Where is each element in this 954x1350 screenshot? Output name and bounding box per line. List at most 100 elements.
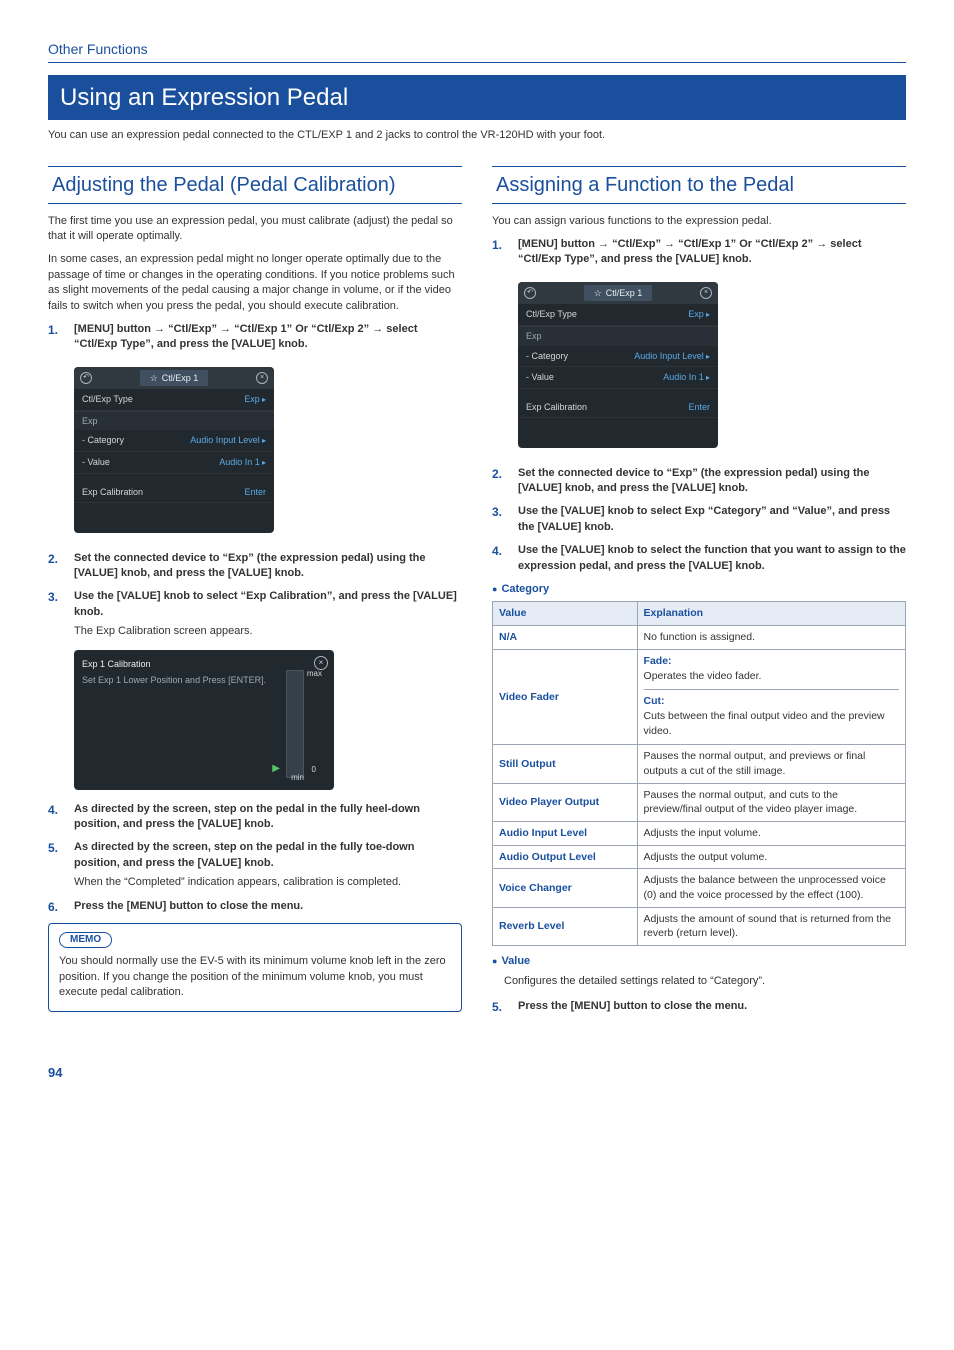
- step-text: [MENU] button → “Ctl/Exp” → “Ctl/Exp 1” …: [74, 323, 417, 350]
- right-step5: 5. Press the [MENU] button to close the …: [492, 999, 906, 1016]
- main-title: Using an Expression Pedal: [48, 75, 906, 121]
- step-text: Use the [VALUE] knob to select “Exp Cali…: [74, 590, 457, 617]
- ss-row: - CategoryAudio Input Level: [74, 430, 274, 452]
- cell-value: Voice Changer: [493, 869, 638, 907]
- step-text: Set the connected device to “Exp” (the e…: [518, 467, 869, 494]
- step-number: 1.: [492, 237, 510, 268]
- back-icon: ↶: [80, 372, 92, 384]
- step-text: [MENU] button → “Ctl/Exp” → “Ctl/Exp 1” …: [518, 238, 861, 265]
- step-number: 3.: [48, 589, 66, 639]
- ss-section: Exp: [74, 411, 274, 431]
- screenshot-ctlexp-left: ↶ ☆Ctl/Exp 1 × Ctl/Exp TypeExpExp- Categ…: [74, 367, 274, 534]
- step-number: 6.: [48, 899, 66, 916]
- left-step5: 5. As directed by the screen, step on th…: [48, 840, 462, 890]
- back-icon: ↶: [524, 287, 536, 299]
- step-text: Use the [VALUE] knob to select Exp “Cate…: [518, 505, 890, 532]
- cell-value: Audio Input Level: [493, 822, 638, 846]
- step-number: 4.: [48, 802, 66, 833]
- screenshot-calibration: × Exp 1 Calibration Set Exp 1 Lower Posi…: [74, 650, 334, 790]
- breadcrumb: Other Functions: [48, 40, 906, 63]
- table-row: Video FaderFade:Operates the video fader…: [493, 649, 906, 744]
- memo-text: You should normally use the EV-5 with it…: [59, 954, 451, 1000]
- table-row: Voice ChangerAdjusts the balance between…: [493, 869, 906, 907]
- step-text: As directed by the screen, step on the p…: [74, 841, 414, 868]
- play-icon: ▶: [272, 762, 280, 776]
- left-p1: The first time you use an expression ped…: [48, 214, 462, 245]
- right-column: Assigning a Function to the Pedal You ca…: [492, 166, 906, 1024]
- ss-row: - CategoryAudio Input Level: [518, 346, 718, 368]
- right-step1: 1. [MENU] button → “Ctl/Exp” → “Ctl/Exp …: [492, 237, 906, 268]
- value-heading: Value: [492, 954, 906, 969]
- cell-value: Video Fader: [493, 649, 638, 744]
- step-number: 2.: [48, 551, 66, 582]
- step-note: The Exp Calibration screen appears.: [74, 624, 462, 639]
- th-value: Value: [493, 602, 638, 626]
- cell-value: Still Output: [493, 745, 638, 783]
- step-text: Use the [VALUE] knob to select the funct…: [518, 544, 906, 571]
- cell-explanation: Fade:Operates the video fader.Cut:Cuts b…: [637, 649, 905, 744]
- step-number: 5.: [48, 840, 66, 890]
- memo-box: MEMO You should normally use the EV-5 wi…: [48, 923, 462, 1011]
- left-step3: 3. Use the [VALUE] knob to select “Exp C…: [48, 589, 462, 639]
- ss-row: Exp CalibrationEnter: [74, 482, 274, 504]
- ss-row: Ctl/Exp TypeExp: [518, 304, 718, 326]
- step-number: 3.: [492, 504, 510, 535]
- step-text: Set the connected device to “Exp” (the e…: [74, 552, 425, 579]
- step-number: 2.: [492, 466, 510, 497]
- calib-title: Exp 1 Calibration: [82, 658, 326, 671]
- right-step3: 3. Use the [VALUE] knob to select Exp “C…: [492, 504, 906, 535]
- cell-explanation: Adjusts the output volume.: [637, 845, 905, 869]
- cell-value: Video Player Output: [493, 783, 638, 821]
- table-row: N/ANo function is assigned.: [493, 626, 906, 650]
- memo-label: MEMO: [59, 932, 112, 948]
- tab-ctlexp1: ☆Ctl/Exp 1: [584, 285, 653, 302]
- calib-bar: [286, 670, 304, 778]
- cell-value: Audio Output Level: [493, 845, 638, 869]
- cell-explanation: Adjusts the balance between the unproces…: [637, 869, 905, 907]
- cell-explanation: Pauses the normal output, and previews o…: [637, 745, 905, 783]
- ss-row: - ValueAudio In 1: [518, 367, 718, 389]
- label-min: min: [291, 772, 304, 783]
- step-text: As directed by the screen, step on the p…: [74, 803, 420, 830]
- ss-row: Ctl/Exp TypeExp: [74, 389, 274, 411]
- page-number: 94: [48, 1064, 906, 1082]
- left-step4: 4. As directed by the screen, step on th…: [48, 802, 462, 833]
- table-row: Audio Input LevelAdjusts the input volum…: [493, 822, 906, 846]
- section-title-left: Adjusting the Pedal (Pedal Calibration): [48, 166, 462, 204]
- table-row: Still OutputPauses the normal output, an…: [493, 745, 906, 783]
- cell-explanation: Adjusts the amount of sound that is retu…: [637, 907, 905, 945]
- step-text: Press the [MENU] button to close the men…: [518, 1000, 747, 1012]
- cell-value: Reverb Level: [493, 907, 638, 945]
- right-p1: You can assign various functions to the …: [492, 214, 906, 229]
- cell-value: N/A: [493, 626, 638, 650]
- ss-section: Exp: [518, 326, 718, 346]
- right-step2: 2. Set the connected device to “Exp” (th…: [492, 466, 906, 497]
- left-column: Adjusting the Pedal (Pedal Calibration) …: [48, 166, 462, 1024]
- close-icon: ×: [700, 287, 712, 299]
- right-step4: 4. Use the [VALUE] knob to select the fu…: [492, 543, 906, 574]
- ss-row: Exp CalibrationEnter: [518, 397, 718, 419]
- category-table: Value Explanation N/ANo function is assi…: [492, 601, 906, 946]
- left-step2: 2. Set the connected device to “Exp” (th…: [48, 551, 462, 582]
- cell-explanation: Pauses the normal output, and cuts to th…: [637, 783, 905, 821]
- table-row: Video Player OutputPauses the normal out…: [493, 783, 906, 821]
- cell-explanation: Adjusts the input volume.: [637, 822, 905, 846]
- table-row: Audio Output LevelAdjusts the output vol…: [493, 845, 906, 869]
- step-number: 5.: [492, 999, 510, 1016]
- step-note: When the “Completed” indication appears,…: [74, 875, 462, 890]
- left-step1: 1. [MENU] button → “Ctl/Exp” → “Ctl/Exp …: [48, 322, 462, 353]
- intro-text: You can use an expression pedal connecte…: [48, 128, 906, 143]
- step-number: 4.: [492, 543, 510, 574]
- label-zero: 0: [312, 764, 316, 775]
- section-title-right: Assigning a Function to the Pedal: [492, 166, 906, 204]
- cell-explanation: No function is assigned.: [637, 626, 905, 650]
- table-row: Reverb LevelAdjusts the amount of sound …: [493, 907, 906, 945]
- left-p2: In some cases, an expression pedal might…: [48, 252, 462, 314]
- step-number: 1.: [48, 322, 66, 353]
- category-heading: Category: [492, 582, 906, 597]
- screenshot-ctlexp-right: ↶ ☆Ctl/Exp 1 × Ctl/Exp TypeExpExp- Categ…: [518, 282, 718, 449]
- th-explanation: Explanation: [637, 602, 905, 626]
- close-icon: ×: [256, 372, 268, 384]
- tab-ctlexp1: ☆Ctl/Exp 1: [140, 370, 209, 387]
- left-step6: 6. Press the [MENU] button to close the …: [48, 899, 462, 916]
